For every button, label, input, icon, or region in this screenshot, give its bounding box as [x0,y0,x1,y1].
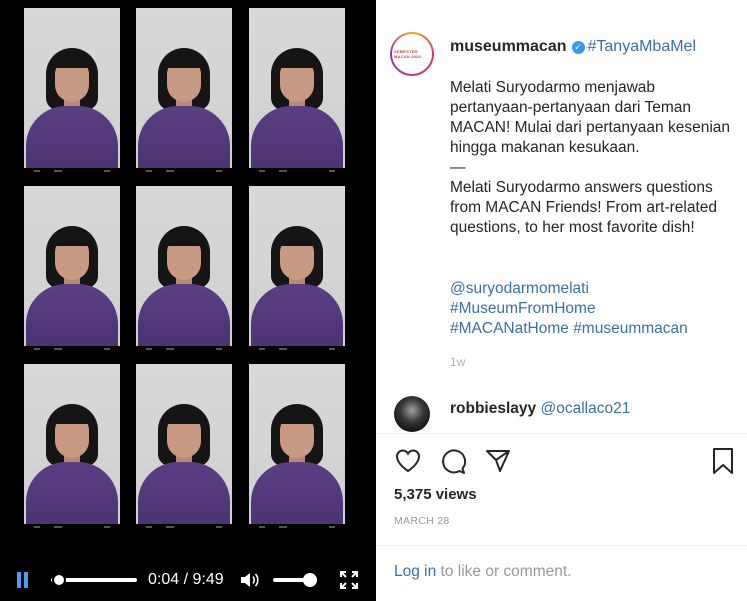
portrait-clothing [251,284,343,352]
mention-link[interactable]: @suryodarmomelati [450,280,589,297]
caption-dash: — [450,159,466,176]
time-display: 0:04 / 9:49 [148,571,224,589]
video-controls: 0:04 / 9:49 [0,558,376,601]
time-total: 9:49 [192,571,224,588]
verified-badge-icon: ✓ [571,41,585,54]
portrait-bangs [164,228,204,246]
portrait-clothing [251,106,343,174]
video-thumbnail-frame [249,8,345,174]
video-thumbnail-frame [136,364,232,530]
progress-knob[interactable] [51,573,66,587]
login-prompt-text: to like or comment. [440,563,572,580]
video-thumbnail-frame [136,186,232,352]
comment: robbieslayy @ocallaco21 [450,400,630,418]
caption-tags: @suryodarmomelati #MuseumFromHome #MACAN… [450,279,740,339]
divider [376,545,747,546]
video-thumbnail-frame [24,364,120,530]
fullscreen-icon[interactable] [340,571,358,589]
portrait-bangs [164,50,204,68]
portrait-bangs [52,406,92,424]
post-side-panel: SEMESTER MACAN 2020 museummacan ✓ #TanyaMb… [376,0,747,601]
post-header: museummacan ✓ #TanyaMbaMel [450,38,696,56]
portrait-clothing [138,284,230,352]
divider [376,433,747,434]
author-username[interactable]: museummacan [450,38,567,55]
frame-timestamp-strip [24,346,120,352]
view-count[interactable]: 5,375 views [394,486,477,503]
time-current: 0:04 [148,571,180,588]
frame-timestamp-strip [136,346,232,352]
volume-icon[interactable] [240,572,260,588]
bookmark-icon[interactable] [709,447,737,475]
post-caption: Melati Suryodarmo menjawab pertanyaan-pe… [450,78,740,238]
share-icon[interactable] [484,447,512,475]
portrait-bangs [52,50,92,68]
video-thumbnail-frame [136,8,232,174]
video-frame-grid[interactable] [0,0,376,558]
video-player[interactable]: 0:04 / 9:49 [0,0,376,601]
portrait-clothing [26,462,118,530]
portrait-clothing [26,284,118,352]
avatar-logo-text: SEMESTER MACAN 2020 [392,34,432,74]
portrait-clothing [138,106,230,174]
time-separator: / [183,571,189,588]
caption-english: Melati Suryodarmo answers questions from… [450,179,717,236]
portrait-bangs [277,406,317,424]
portrait-clothing [251,462,343,530]
frame-timestamp-strip [24,524,120,530]
heart-icon[interactable] [394,447,422,475]
hashtag-link[interactable]: #MuseumFromHome [450,300,596,317]
login-link[interactable]: Log in [394,563,436,580]
frame-timestamp-strip [249,346,345,352]
frame-timestamp-strip [249,168,345,174]
portrait-clothing [138,462,230,530]
video-thumbnail-frame [249,186,345,352]
portrait-clothing [26,106,118,174]
video-thumbnail-frame [24,186,120,352]
volume-knob[interactable] [303,573,318,587]
hashtag-link[interactable]: #museummacan [573,320,688,337]
portrait-bangs [277,228,317,246]
portrait-bangs [164,406,204,424]
hashtag-link[interactable]: #MACANatHome [450,320,569,337]
frame-timestamp-strip [249,524,345,530]
video-thumbnail-frame [24,8,120,174]
caption-indonesian: Melati Suryodarmo menjawab pertanyaan-pe… [450,79,730,156]
portrait-bangs [52,228,92,246]
comment-mention[interactable]: @ocallaco21 [540,400,630,417]
pause-icon[interactable] [16,572,30,588]
header-hashtag[interactable]: #TanyaMbaMel [588,38,697,55]
video-thumbnail-frame [249,364,345,530]
portrait-bangs [277,50,317,68]
author-avatar[interactable]: SEMESTER MACAN 2020 [390,32,434,76]
frame-timestamp-strip [136,524,232,530]
commenter-avatar[interactable] [394,396,430,432]
commenter-username[interactable]: robbieslayy [450,400,536,417]
frame-timestamp-strip [24,168,120,174]
post-date[interactable]: MARCH 28 [394,515,450,527]
frame-timestamp-strip [136,168,232,174]
post-age[interactable]: 1w [450,355,465,369]
login-prompt: Log in to like or comment. [394,563,571,581]
comment-icon[interactable] [439,447,467,475]
